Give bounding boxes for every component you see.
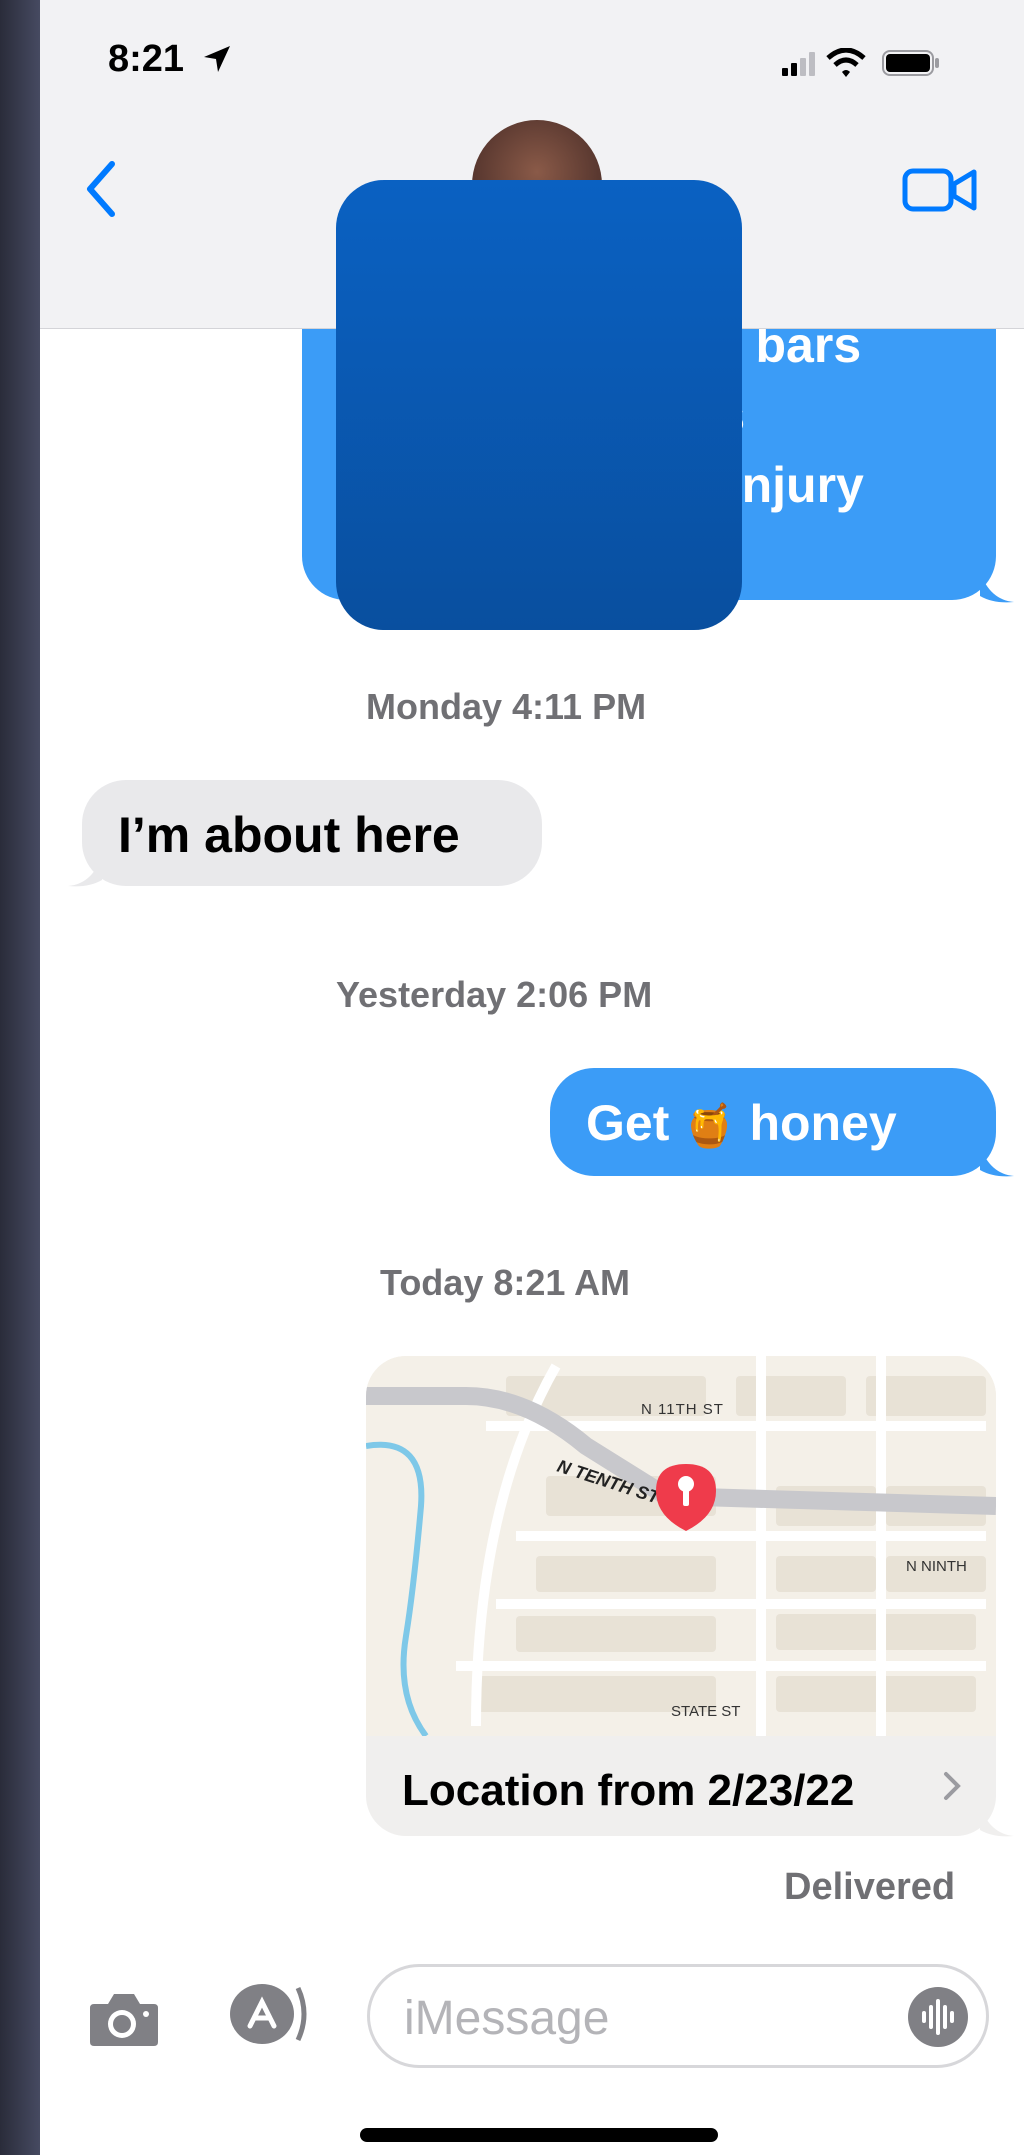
back-chevron-icon[interactable] xyxy=(84,160,118,218)
honey-pot-emoji: 🍯 xyxy=(683,1102,736,1149)
wifi-icon xyxy=(826,48,866,77)
camera-icon[interactable] xyxy=(88,1990,160,2048)
battery-icon xyxy=(882,50,939,76)
outgoing-message-text: Get xyxy=(586,1095,670,1151)
map-street-label: N NINTH xyxy=(906,1558,967,1575)
map-street-label: N 11TH ST xyxy=(641,1401,724,1418)
bubble-tail xyxy=(980,572,1014,603)
outgoing-message-bubble[interactable]: Get 🍯 honey xyxy=(550,1068,996,1176)
timestamp: Monday 4:11 PM xyxy=(366,686,647,727)
message-input-placeholder: iMessage xyxy=(404,1992,610,2045)
message-input[interactable]: iMessage xyxy=(367,1964,989,2068)
map-street-label: STATE ST xyxy=(671,1703,740,1720)
location-caption-bar[interactable]: Location from 2/23/22 xyxy=(366,1736,996,1836)
home-indicator xyxy=(360,2128,718,2142)
map-graphic: N 11TH ST N TENTH ST N NINTH STATE ST xyxy=(366,1356,996,1736)
incoming-message-text: I’m about here xyxy=(118,807,460,863)
app-store-icon xyxy=(230,1984,307,2044)
status-time: 8:21 xyxy=(108,38,185,80)
location-arrow-icon xyxy=(204,46,230,72)
outgoing-message-text: honey xyxy=(749,1095,897,1151)
incoming-message-bubble[interactable]: I’m about here xyxy=(82,780,542,886)
delivered-status: Delivered xyxy=(784,1866,956,1908)
facetime-video-icon[interactable] xyxy=(902,166,978,214)
timestamp: Today 8:21 AM xyxy=(380,1262,631,1303)
bubble-tail xyxy=(980,1806,1014,1837)
bubble-tail xyxy=(980,1146,1014,1177)
timestamp: Yesterday 2:06 PM xyxy=(336,974,653,1015)
location-caption: Location from 2/23/22 xyxy=(402,1766,855,1815)
voice-waveform-icon[interactable] xyxy=(906,1985,970,2049)
chevron-right-icon xyxy=(944,1772,961,1800)
cellular-signal-icon xyxy=(782,52,815,76)
location-map[interactable]: N 11TH ST N TENTH ST N NINTH STATE ST xyxy=(366,1356,996,1736)
redaction-block xyxy=(336,180,742,630)
bubble-tail xyxy=(68,856,102,887)
app-store-button[interactable] xyxy=(226,1982,310,2046)
phone-screen: 8:21 ey bars y injury Monday 4:11 PM I’m… xyxy=(40,0,1024,2155)
